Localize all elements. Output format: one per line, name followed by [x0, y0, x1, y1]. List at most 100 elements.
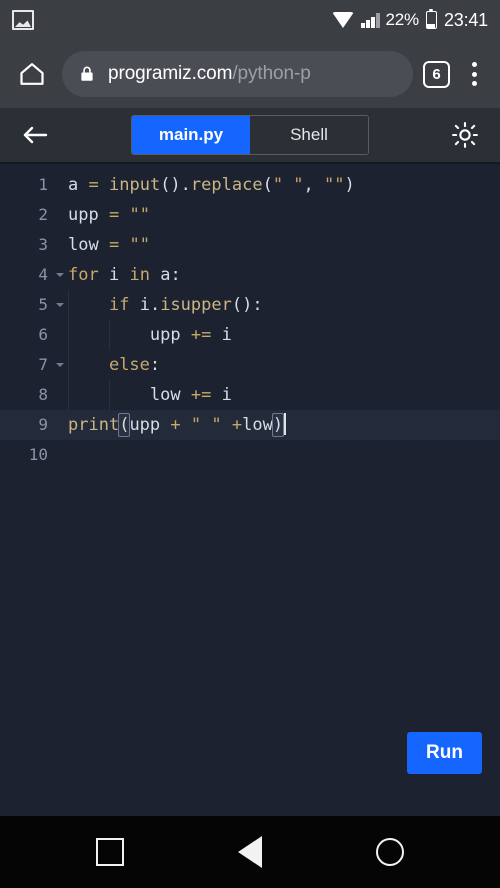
token-close-paren-matched: ) [271, 413, 285, 437]
code-text: if i.isupper(): [68, 290, 500, 320]
line-number: 4 [38, 265, 48, 284]
url-text: programiz.com/python-p [108, 63, 311, 85]
status-system-icons: 22% 23:41 [332, 8, 488, 31]
token-variable: i [221, 325, 232, 345]
token-function: input [109, 175, 161, 195]
line-number: 6 [38, 325, 48, 344]
token-variable: low [242, 415, 273, 435]
code-line[interactable]: 2 upp = "" [0, 200, 500, 230]
browser-toolbar: programiz.com/python-p 6 [0, 40, 500, 108]
line-number: 3 [38, 235, 48, 254]
line-number: 5 [38, 295, 48, 314]
android-navigation-bar [0, 816, 500, 888]
token-function: print [68, 415, 120, 435]
recents-button[interactable] [80, 822, 140, 882]
home-button[interactable] [12, 54, 52, 94]
token-string: "" [129, 235, 150, 255]
line-number: 8 [38, 385, 48, 404]
line-number: 1 [38, 175, 48, 194]
token-string: " " [272, 175, 304, 195]
code-line[interactable]: 1 a = input().replace(" ", "") [0, 170, 500, 200]
home-nav-button[interactable] [360, 822, 420, 882]
fold-toggle-button[interactable] [52, 290, 68, 320]
token-open-paren-matched: ( [118, 413, 131, 437]
token-variable: low [149, 385, 181, 405]
token-method: replace [190, 175, 263, 195]
token-dot: . [149, 295, 161, 315]
token-operator: = [88, 175, 99, 195]
token-parens: () [231, 295, 253, 315]
browser-menu-button[interactable] [460, 57, 488, 91]
wifi-icon [332, 12, 355, 28]
chevron-down-icon [56, 363, 64, 367]
code-line-active[interactable]: 9 print(upp + " " +low) [0, 410, 500, 440]
tab-count-button[interactable]: 6 [423, 60, 450, 88]
code-text: a = input().replace(" ", "") [68, 170, 500, 200]
code-line[interactable]: 8 low += i [0, 380, 500, 410]
token-colon: : [170, 265, 181, 285]
file-tab-group: main.py Shell [131, 115, 369, 155]
android-status-bar: 22% 23:41 [0, 0, 500, 40]
line-number: 10 [28, 445, 48, 464]
token-colon: : [252, 295, 263, 315]
code-line[interactable]: 3 low = "" [0, 230, 500, 260]
line-number: 9 [38, 415, 48, 434]
chevron-down-icon [56, 273, 64, 277]
line-number: 7 [38, 355, 48, 374]
token-parens: () [160, 175, 181, 195]
token-operator: = [108, 235, 120, 255]
theme-toggle-button[interactable] [444, 114, 486, 156]
three-dot-menu-icon [471, 62, 477, 67]
code-line[interactable]: 5 if i.isupper(): [0, 290, 500, 320]
code-text: upp += i [68, 320, 500, 350]
battery-icon [425, 8, 437, 29]
code-line[interactable]: 10 [0, 440, 500, 470]
token-operator: + [231, 415, 243, 435]
battery-percent-label: 22% [385, 10, 420, 29]
token-variable: low [68, 235, 99, 255]
token-comma: , [303, 175, 314, 195]
token-string: "" [324, 175, 345, 195]
cellular-signal-icon [361, 12, 380, 28]
token-variable: upp [149, 325, 181, 345]
code-line[interactable]: 6 upp += i [0, 320, 500, 350]
app-toolbar: main.py Shell [0, 108, 500, 162]
chevron-down-icon [56, 303, 64, 307]
status-clock: 23:41 [443, 9, 488, 30]
code-editor[interactable]: 1 a = input().replace(" ", "") 2 upp = "… [0, 162, 500, 816]
tab-main-py[interactable]: main.py [132, 116, 250, 154]
token-variable: a [68, 175, 79, 195]
back-arrow-icon [23, 126, 48, 144]
token-colon: : [149, 355, 161, 375]
back-button[interactable] [14, 114, 56, 156]
back-nav-button[interactable] [220, 822, 280, 882]
code-lines: 1 a = input().replace(" ", "") 2 upp = "… [0, 170, 500, 470]
editor-top-divider [0, 162, 500, 164]
token-string: "" [129, 205, 150, 225]
run-button[interactable]: Run [407, 732, 482, 774]
code-line[interactable]: 7 else: [0, 350, 500, 380]
lock-icon [81, 66, 93, 81]
url-bar[interactable]: programiz.com/python-p [62, 51, 413, 97]
fold-toggle-button[interactable] [52, 350, 68, 380]
token-string: " " [190, 415, 222, 435]
token-keyword: for [68, 265, 99, 285]
url-path: /python-p [232, 63, 311, 84]
token-variable: upp [68, 205, 99, 225]
token-variable: i [108, 265, 120, 285]
code-text: else: [68, 350, 500, 380]
token-operator: += [190, 325, 212, 345]
fold-toggle-button[interactable] [52, 260, 68, 290]
token-keyword: if [108, 295, 130, 315]
token-keyword: in [129, 265, 150, 285]
code-line[interactable]: 4 for i in a: [0, 260, 500, 290]
tab-shell[interactable]: Shell [250, 116, 368, 154]
code-text: for i in a: [68, 260, 500, 290]
token-keyword: else [108, 355, 150, 375]
phone-screen: 22% 23:41 programiz.com/python-p 6 main.… [0, 0, 500, 888]
token-dot: . [180, 175, 191, 195]
text-cursor [284, 413, 287, 435]
token-operator: = [108, 205, 120, 225]
circle-home-icon [376, 838, 404, 866]
token-variable: i [139, 295, 150, 315]
